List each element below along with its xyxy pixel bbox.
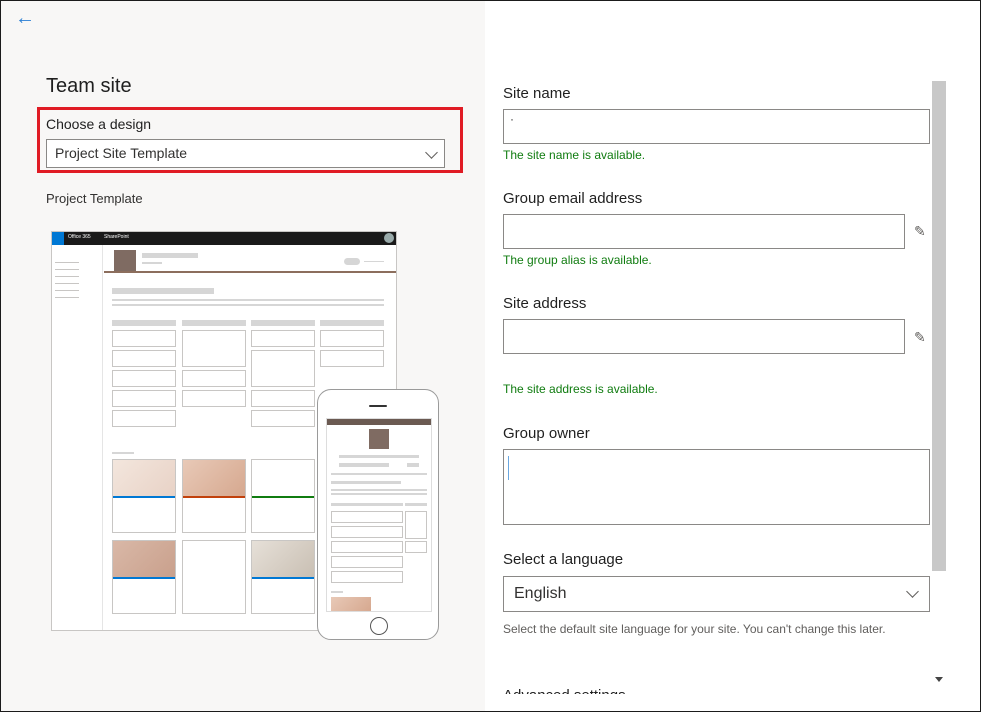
preview-topbar: Office 365 SharePoint	[52, 232, 396, 245]
group-email-input[interactable]	[503, 214, 905, 249]
phone-home-button	[370, 617, 388, 635]
site-address-status: The site address is available.	[503, 382, 658, 396]
dialog-frame: ← Team site Choose a design Project Site…	[0, 0, 981, 712]
phone-speaker	[369, 405, 387, 407]
chevron-down-icon	[906, 585, 919, 598]
edit-pencil-icon[interactable]: ✎	[914, 329, 930, 345]
group-owner-input[interactable]	[503, 449, 930, 525]
mobile-preview	[317, 389, 439, 640]
language-dropdown[interactable]: English	[503, 576, 930, 612]
group-owner-label: Group owner	[503, 425, 590, 442]
language-label: Select a language	[503, 551, 624, 568]
chevron-down-icon	[425, 146, 438, 159]
preview-nav	[52, 245, 103, 630]
edit-pencil-icon[interactable]: ✎	[914, 223, 930, 239]
site-name-status: The site name is available.	[503, 148, 646, 162]
advanced-settings-heading[interactable]: Advanced settings	[503, 685, 626, 694]
left-panel: ← Team site Choose a design Project Site…	[1, 1, 485, 711]
scroll-down-arrow-icon[interactable]	[935, 677, 943, 682]
group-email-status: The group alias is available.	[503, 253, 652, 267]
site-address-label: Site address	[503, 295, 587, 312]
language-value: English	[514, 585, 567, 602]
site-name-label: Site name	[503, 85, 571, 102]
site-name-value: ·	[510, 112, 514, 126]
scrollbar-thumb[interactable]	[932, 81, 946, 571]
preview-app-name: Office 365	[68, 234, 91, 240]
avatar	[384, 233, 394, 243]
waffle-icon	[52, 232, 64, 245]
preview-site-name: SharePoint	[104, 234, 129, 240]
language-help-text: Select the default site language for you…	[503, 622, 886, 636]
design-dropdown-value: Project Site Template	[55, 145, 188, 161]
text-cursor	[508, 456, 509, 480]
group-email-label: Group email address	[503, 190, 643, 207]
page-title: Team site	[46, 75, 132, 97]
back-arrow-icon[interactable]: ←	[15, 7, 37, 29]
design-label: Choose a design	[46, 116, 152, 132]
site-name-input[interactable]: ·	[503, 109, 930, 144]
site-address-input[interactable]	[503, 319, 905, 354]
phone-screen	[326, 418, 432, 612]
preview-header-line	[104, 271, 396, 273]
template-caption: Project Template	[46, 191, 143, 206]
preview-site-logo	[114, 250, 136, 272]
design-dropdown[interactable]: Project Site Template	[46, 139, 445, 168]
